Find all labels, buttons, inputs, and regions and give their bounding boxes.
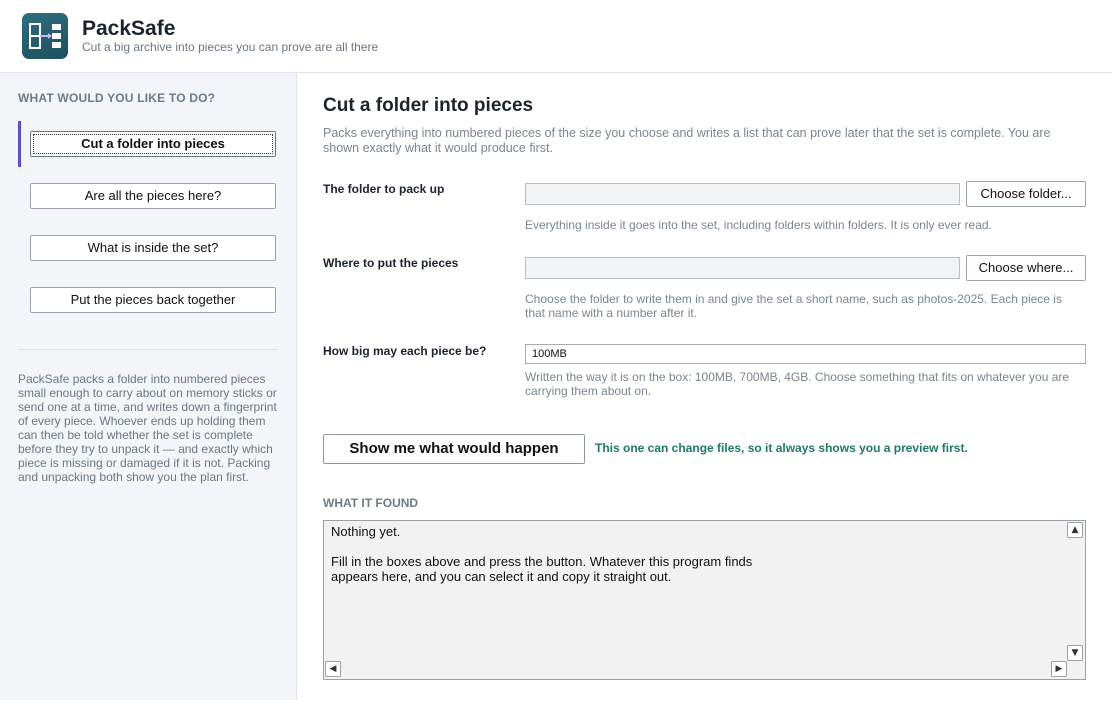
scroll-up-arrow-icon[interactable]: ▲ bbox=[1067, 522, 1083, 538]
scroll-right-arrow-icon[interactable]: ▶ bbox=[1051, 661, 1067, 677]
sidebar-item-list-contents[interactable]: What is inside the set? bbox=[30, 235, 276, 261]
sidebar-heading: WHAT WOULD YOU LIKE TO DO? bbox=[18, 91, 216, 105]
app-title: PackSafe bbox=[82, 17, 176, 40]
active-indicator bbox=[18, 121, 21, 167]
sidebar-item-label: Are all the pieces here? bbox=[84, 188, 222, 203]
bottom-strip bbox=[0, 700, 1112, 726]
destination-input[interactable] bbox=[525, 257, 960, 279]
scroll-down-arrow-icon[interactable]: ▼ bbox=[1067, 645, 1083, 661]
piece-size-label: How big may each piece be? bbox=[323, 344, 487, 358]
piece-size-hint: Written the way it is on the box: 100MB,… bbox=[525, 370, 1070, 398]
choose-where-button[interactable]: Choose where... bbox=[966, 255, 1086, 281]
sidebar-item-cut-folder[interactable]: Cut a folder into pieces bbox=[30, 131, 276, 157]
choose-folder-button[interactable]: Choose folder... bbox=[966, 181, 1086, 207]
source-folder-hint: Everything inside it goes into the set, … bbox=[525, 218, 992, 232]
packsafe-logo-icon bbox=[22, 13, 68, 59]
sidebar-item-check-pieces[interactable]: Are all the pieces here? bbox=[30, 183, 276, 209]
show-preview-button[interactable]: Show me what would happen bbox=[323, 434, 585, 464]
sidebar-item-reassemble[interactable]: Put the pieces back together bbox=[30, 287, 276, 313]
preview-note: This one can change files, so it always … bbox=[595, 441, 968, 455]
focus-ring bbox=[33, 134, 273, 154]
destination-hint: Choose the folder to write them in and g… bbox=[525, 292, 1062, 320]
source-folder-label: The folder to pack up bbox=[323, 182, 445, 196]
output-heading: WHAT IT FOUND bbox=[323, 496, 419, 510]
sidebar-item-label: What is inside the set? bbox=[87, 240, 219, 255]
piece-size-input[interactable] bbox=[525, 344, 1086, 364]
output-text: Nothing yet. Fill in the boxes above and… bbox=[331, 524, 753, 584]
sidebar-item-label: Put the pieces back together bbox=[70, 292, 236, 307]
destination-label: Where to put the pieces bbox=[323, 256, 459, 270]
main-panel: Cut a folder into pieces Packs everythin… bbox=[297, 73, 1112, 700]
sidebar-divider bbox=[18, 349, 278, 350]
output-text-area[interactable]: Nothing yet. Fill in the boxes above and… bbox=[323, 520, 1086, 680]
app-tagline: Cut a big archive into pieces you can pr… bbox=[82, 40, 379, 54]
page-title: Cut a folder into pieces bbox=[323, 95, 534, 116]
scroll-left-arrow-icon[interactable]: ◀ bbox=[325, 661, 341, 677]
sidebar-about-text: PackSafe packs a folder into numbered pi… bbox=[18, 372, 277, 484]
sidebar: WHAT WOULD YOU LIKE TO DO? Cut a folder … bbox=[0, 73, 297, 700]
app-header: PackSafe Cut a big archive into pieces y… bbox=[0, 0, 1112, 73]
page-description: Packs everything into numbered pieces of… bbox=[323, 126, 1051, 155]
source-folder-input[interactable] bbox=[525, 183, 960, 205]
